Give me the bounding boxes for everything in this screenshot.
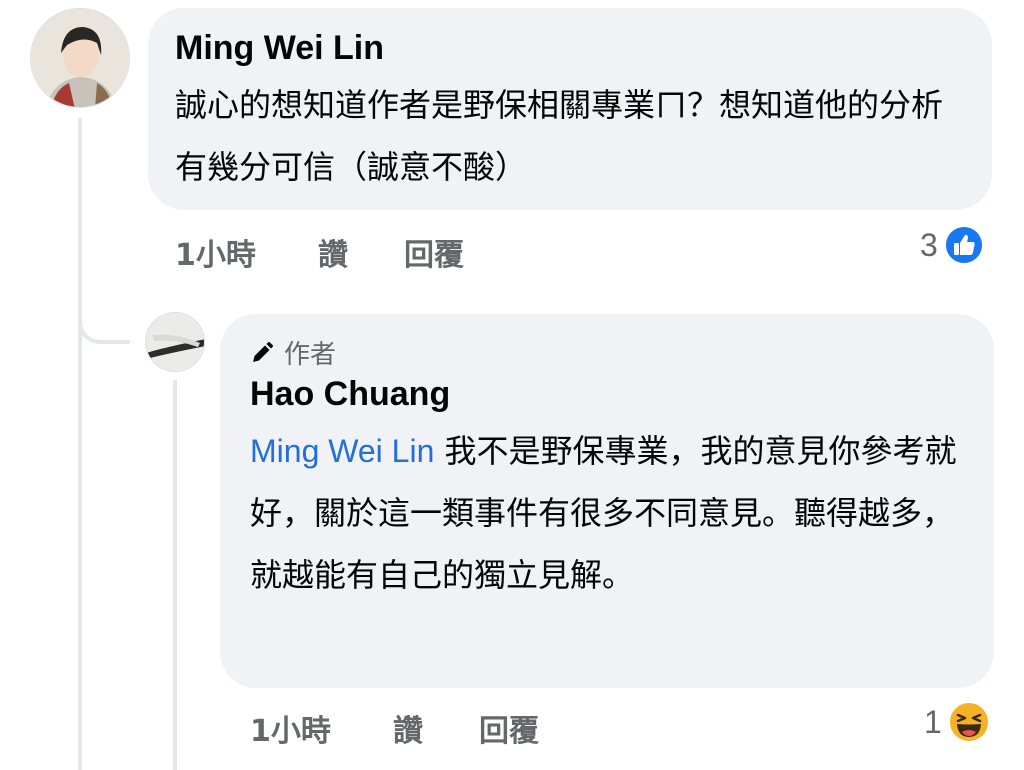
thread-line-branch — [78, 300, 130, 344]
comment-author-name[interactable]: Ming Wei Lin — [175, 29, 384, 68]
reply-author-name[interactable]: Hao Chuang — [250, 375, 450, 414]
reaction-count: 3 — [920, 226, 938, 263]
reaction-summary[interactable]: 3 — [920, 225, 984, 265]
reply-text: Ming Wei Lin 我不是野保專業，我的意見你參考就好，關於這一類事件有很… — [250, 420, 970, 606]
like-icon — [943, 225, 984, 265]
reply-reaction-count: 1 — [924, 703, 942, 740]
reply-thread-line — [173, 380, 177, 770]
pencil-icon — [253, 341, 273, 362]
reply-timestamp[interactable]: 1小時 — [250, 706, 331, 750]
mention-link[interactable]: Ming Wei Lin — [250, 433, 434, 469]
reply-button[interactable]: 回覆 — [404, 230, 464, 274]
haha-icon — [947, 701, 990, 743]
avatar[interactable] — [30, 8, 130, 108]
reply-avatar[interactable] — [145, 312, 205, 372]
reply-reaction-summary[interactable]: 1 — [924, 701, 990, 743]
reply-reply-button[interactable]: 回覆 — [479, 706, 539, 750]
thread-line-vertical — [78, 118, 82, 770]
avatar-image — [31, 9, 129, 107]
author-badge: 作者 — [250, 334, 336, 371]
comment-timestamp[interactable]: 1小時 — [175, 230, 256, 274]
reply-avatar-image — [146, 313, 204, 371]
reply-like-button[interactable]: 讚 — [393, 706, 423, 750]
like-button[interactable]: 讚 — [318, 230, 348, 274]
author-badge-label: 作者 — [284, 340, 337, 370]
comment-text: 誠心的想知道作者是野保相關專業ㄇ？想知道他的分析有幾分可信（誠意不酸） — [175, 86, 944, 186]
